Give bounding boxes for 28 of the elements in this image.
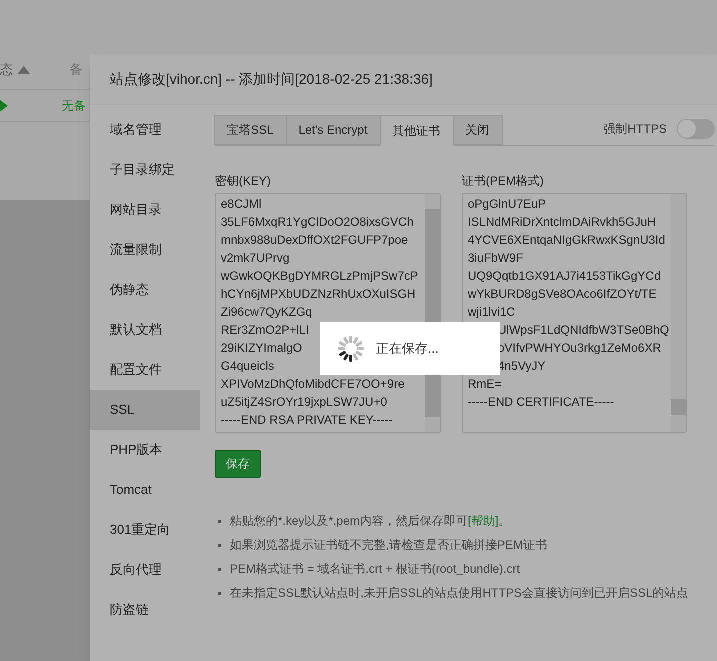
loading-text: 正在保存... xyxy=(376,340,439,358)
sidebar-item[interactable]: SSL xyxy=(90,390,200,430)
tab[interactable]: Let's Encrypt xyxy=(286,115,381,145)
force-https-label: 强制HTTPS xyxy=(604,121,667,138)
bullet-icon xyxy=(218,520,221,522)
bullet-icon xyxy=(218,568,221,570)
tab[interactable]: 宝塔SSL xyxy=(214,115,287,145)
backup-status: 无备 xyxy=(62,98,86,114)
column-header: 备 xyxy=(70,60,83,79)
certificate-input[interactable]: oPgGlnU7EuP ISLNdMRiDrXntclmDAiRvkh5GJuH 4YCVE6XEntqaNIgGkRwxKSgnU3Id 3iuFbW9F UQ9Qqtb1GX91AJ7i4153TikGgYCd wYkBURD8gSVe8OAco6IfZOYt/TE wji1lvi1C UlWpsF1LdQNIdfbW3TSe0BhQ oVIfvPWHYOu3rkg1ZeMo6XR 4n5VyJY RmE= -----END CERTIFICATE----- xyxy=(462,193,687,433)
force-https-toggle[interactable] xyxy=(677,119,715,139)
tab[interactable]: 其他证书 xyxy=(380,115,454,146)
bullet-icon xyxy=(218,544,221,546)
column-header: 态 xyxy=(0,60,14,79)
sort-arrow-icon[interactable] xyxy=(18,66,30,74)
certificate-label: 证书(PEM格式) xyxy=(462,173,545,190)
key-label: 密钥(KEY) xyxy=(215,173,272,190)
tip-text: PEM格式证书 = 域名证书.crt + 根证书(root_bundle).crt xyxy=(230,561,520,578)
bullet-icon xyxy=(218,592,221,594)
tip-text: 如果浏览器提示证书链不完整,请检查是否正确拼接PEM证书 xyxy=(230,537,548,554)
tip-text: 粘贴您的*.key以及*.pem内容，然后保存即可[帮助]。 xyxy=(230,513,511,530)
tip-text: 在未指定SSL默认站点时,未开启SSL的站点使用HTTPS会直接访问到已开启SSL的站点 xyxy=(230,585,689,602)
save-button[interactable]: 保存 xyxy=(215,450,261,478)
tab[interactable]: 关闭 xyxy=(452,115,503,145)
loading-spinner-icon xyxy=(336,334,366,364)
play-icon[interactable] xyxy=(0,100,8,112)
scrollbar[interactable] xyxy=(671,194,686,432)
dialog-title: 站点修改[vihor.cn] -- 添加时间[2018-02-25 21:38:36] xyxy=(110,70,433,89)
